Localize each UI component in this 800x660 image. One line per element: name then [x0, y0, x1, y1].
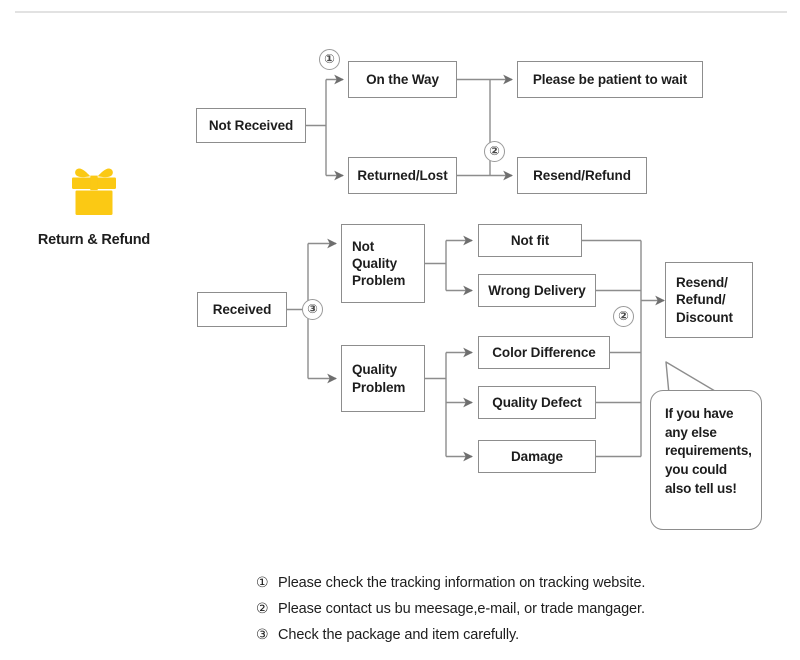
footnote-marker: ③ [256, 626, 269, 642]
brand-caption: Return & Refund [37, 232, 151, 248]
node-on-the-way[interactable]: On the Way [348, 61, 457, 98]
node-resend-refund-discount[interactable]: Resend/Refund/Discount [665, 262, 753, 338]
gift-box-icon [72, 168, 116, 215]
step-marker-three: ③ [302, 299, 323, 320]
footnote-marker: ① [256, 574, 269, 590]
node-received[interactable]: Received [197, 292, 287, 327]
node-not-fit[interactable]: Not fit [478, 224, 582, 257]
footnotes: ① Please check the tracking information … [256, 574, 776, 652]
footnote-row: ② Please contact us bu meesage,e-mail, o… [256, 600, 776, 617]
node-wrong-delivery[interactable]: Wrong Delivery [478, 274, 596, 307]
step-marker-two-bottom: ② [613, 306, 634, 327]
footnote-row: ③ Check the package and item carefully. [256, 626, 776, 643]
node-returned-lost[interactable]: Returned/Lost [348, 157, 457, 194]
node-not-quality-problem[interactable]: Not Quality Problem [341, 224, 425, 303]
flowchart-page: Return & Refund Not Received On the Way … [0, 0, 800, 660]
footnote-text: Check the package and item carefully. [278, 627, 520, 643]
node-not-received[interactable]: Not Received [196, 108, 306, 143]
speech-bubble: If you have any else requirements, you c… [650, 390, 762, 530]
node-please-be-patient[interactable]: Please be patient to wait [517, 61, 703, 98]
node-resend-refund[interactable]: Resend/Refund [517, 157, 647, 194]
node-color-difference[interactable]: Color Difference [478, 336, 610, 369]
footnote-row: ① Please check the tracking information … [256, 574, 776, 591]
top-divider [15, 11, 787, 13]
node-damage[interactable]: Damage [478, 440, 596, 473]
footnote-marker: ② [256, 600, 269, 616]
brand-block: Return & Refund [34, 160, 154, 248]
footnote-text: Please check the tracking information on… [278, 575, 646, 591]
step-marker-two-top: ② [484, 141, 505, 162]
node-quality-problem[interactable]: Quality Problem [341, 345, 425, 412]
step-marker-one-top: ① [319, 49, 340, 70]
footnote-text: Please contact us bu meesage,e-mail, or … [278, 601, 645, 617]
node-quality-defect[interactable]: Quality Defect [478, 386, 596, 419]
